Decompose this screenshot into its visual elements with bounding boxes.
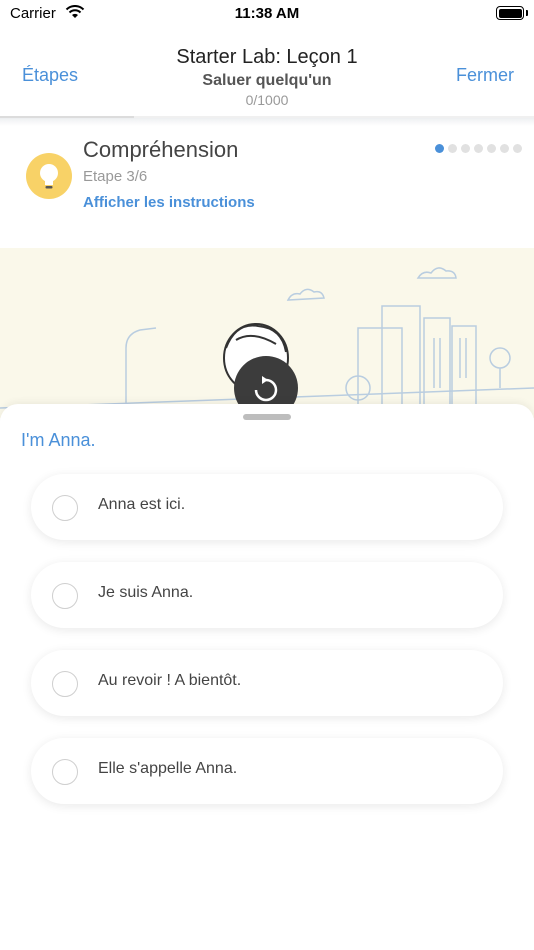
- answer-label: Je suis Anna.: [98, 584, 194, 601]
- battery-icon: [496, 6, 524, 20]
- step-dot: [513, 144, 522, 153]
- step-dot: [448, 144, 457, 153]
- step-dot: [487, 144, 496, 153]
- close-button[interactable]: Fermer: [456, 65, 514, 86]
- step-dot: [461, 144, 470, 153]
- question-prompt: I'm Anna.: [21, 430, 96, 450]
- step-dots: [435, 144, 522, 153]
- lesson-title: Starter Lab: Leçon 1: [176, 46, 358, 68]
- answer-sheet: I'm Anna. Anna est ici. Je suis Anna. Au…: [0, 404, 534, 950]
- answer-label: Anna est ici.: [98, 496, 186, 513]
- lightbulb-icon: [26, 153, 72, 199]
- answer-label: Elle s'appelle Anna.: [98, 760, 238, 777]
- step-counter: Etape 3/6: [83, 168, 148, 185]
- answer-label: Au revoir ! A bientôt.: [98, 672, 242, 689]
- radio-icon[interactable]: [52, 495, 78, 521]
- clock: 11:38 AM: [234, 5, 300, 22]
- step-dot: [435, 144, 444, 153]
- scene-illustration: [0, 248, 534, 418]
- sheet-grabber[interactable]: [243, 414, 291, 420]
- step-dot: [500, 144, 509, 153]
- radio-icon[interactable]: [52, 759, 78, 785]
- score-text: 0/1000: [245, 92, 289, 108]
- answer-option[interactable]: Elle s'appelle Anna.: [31, 738, 503, 804]
- radio-icon[interactable]: [52, 583, 78, 609]
- step-dot: [474, 144, 483, 153]
- show-instructions-link[interactable]: Afficher les instructions: [83, 194, 255, 211]
- answer-option[interactable]: Anna est ici.: [31, 474, 503, 540]
- lesson-header: Étapes Starter Lab: Leçon 1 Saluer quelq…: [0, 30, 534, 118]
- step-title: Compréhension: [83, 137, 239, 162]
- answer-option[interactable]: Au revoir ! A bientôt.: [31, 650, 503, 716]
- radio-icon[interactable]: [52, 671, 78, 697]
- answer-option[interactable]: Je suis Anna.: [31, 562, 503, 628]
- status-bar: Carrier 11:38 AM: [0, 0, 534, 30]
- lesson-subtitle: Saluer quelqu'un: [202, 72, 332, 89]
